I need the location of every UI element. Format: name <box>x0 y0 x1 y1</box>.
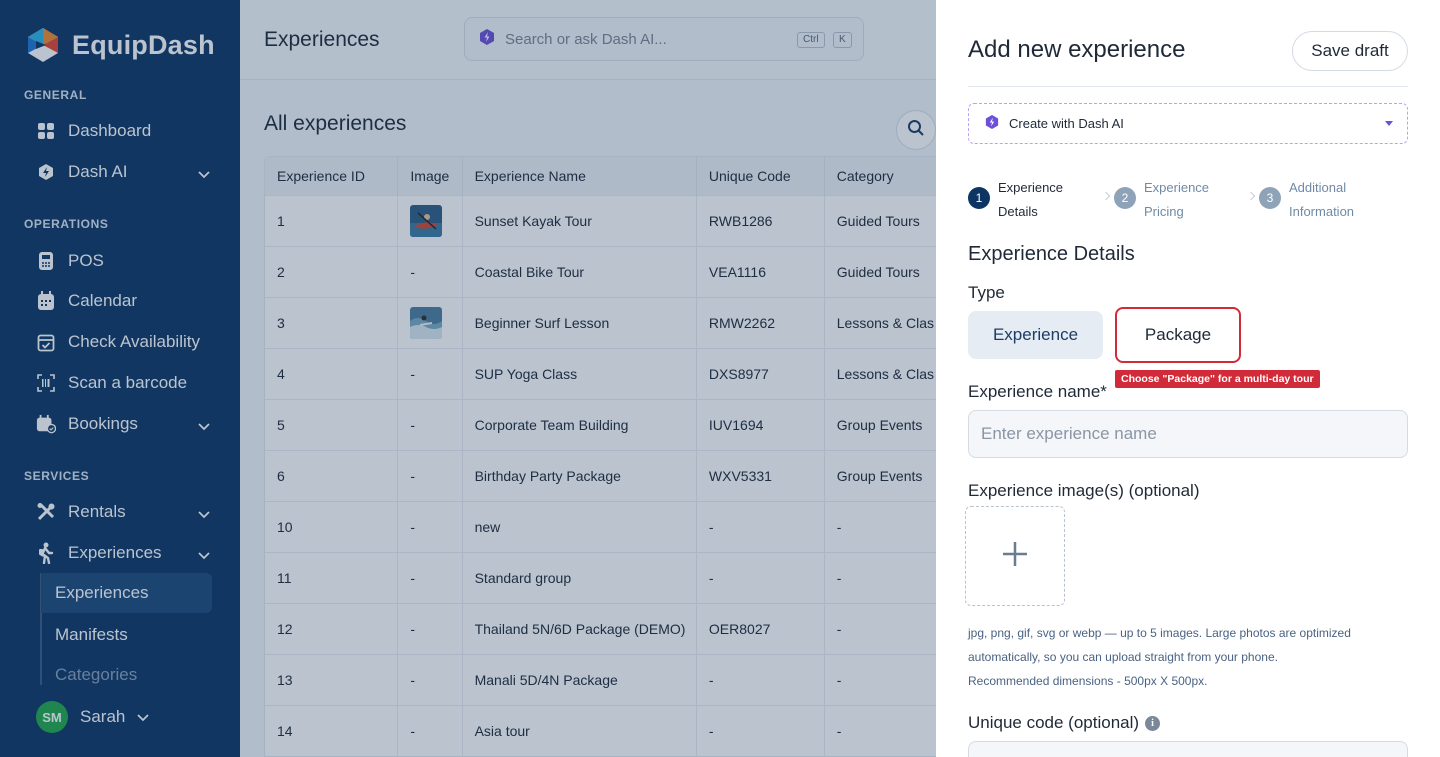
modal-backdrop[interactable] <box>0 0 936 757</box>
unique-code-input[interactable] <box>968 741 1408 757</box>
step-additional-information[interactable]: 3 Additional Information <box>1259 176 1354 224</box>
step-label-line: Additional <box>1289 180 1347 195</box>
step-label: Experience Pricing <box>1144 176 1209 224</box>
type-experience-button[interactable]: Experience <box>968 311 1103 359</box>
step-label-line: Details <box>998 204 1038 219</box>
step-number: 1 <box>968 187 990 209</box>
ai-select-label: Create with Dash AI <box>1009 116 1124 131</box>
add-experience-drawer: Add new experience Save draft Create wit… <box>936 0 1440 757</box>
save-draft-button[interactable]: Save draft <box>1292 31 1408 71</box>
section-title: Experience Details <box>968 243 1135 265</box>
step-label-line: Pricing <box>1144 204 1184 219</box>
step-label: Additional Information <box>1289 176 1354 224</box>
help-line: jpg, png, gif, svg or webp — up to 5 ima… <box>968 626 1351 640</box>
dash-ai-icon <box>985 114 999 133</box>
image-help-text: jpg, png, gif, svg or webp — up to 5 ima… <box>968 621 1408 693</box>
step-chevron-icon <box>1246 191 1256 201</box>
caret-down-icon <box>1385 121 1393 126</box>
help-line: Recommended dimensions - 500px X 500px. <box>968 674 1208 688</box>
step-experience-pricing[interactable]: 2 Experience Pricing <box>1114 176 1209 224</box>
image-upload-dropzone[interactable] <box>965 506 1065 606</box>
step-label: Experience Details <box>998 176 1063 224</box>
unique-code-label: Unique code (optional) i <box>968 713 1161 733</box>
help-line: automatically, so you can upload straigh… <box>968 650 1278 664</box>
drawer-title: Add new experience <box>968 36 1186 63</box>
info-icon[interactable]: i <box>1145 715 1161 731</box>
step-experience-details[interactable]: 1 Experience Details <box>968 176 1063 224</box>
create-with-ai-select[interactable]: Create with Dash AI <box>968 103 1408 144</box>
experience-images-label: Experience image(s) (optional) <box>968 481 1200 500</box>
unique-code-label-text: Unique code (optional) <box>968 713 1140 732</box>
type-label: Type <box>968 283 1005 302</box>
package-hint-tooltip: Choose "Package" for a multi-day tour <box>1115 370 1320 388</box>
experience-name-input[interactable] <box>968 410 1408 458</box>
divider <box>968 86 1408 87</box>
type-package-button[interactable]: Package <box>1115 307 1241 363</box>
plus-icon <box>1001 540 1029 573</box>
step-label-line: Information <box>1289 204 1355 219</box>
step-number: 3 <box>1259 187 1281 209</box>
step-number: 2 <box>1114 187 1136 209</box>
experience-name-label: Experience name* <box>968 382 1107 401</box>
step-chevron-icon <box>1101 191 1111 201</box>
step-label-line: Experience <box>998 180 1064 195</box>
step-label-line: Experience <box>1144 180 1210 195</box>
